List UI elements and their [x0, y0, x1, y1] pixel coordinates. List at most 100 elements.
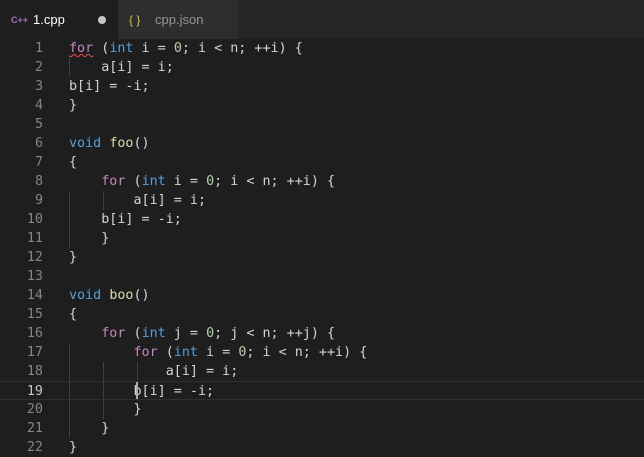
code-text: ; i < n; ++i) {: [214, 174, 336, 189]
line-number: 14: [26, 288, 43, 303]
code-text: (: [93, 41, 110, 56]
code-text: ; i < n; ++i) {: [246, 345, 368, 360]
code-text: }: [69, 250, 78, 265]
code-content: a[i] = i;: [69, 58, 174, 77]
code-text: ; j < n; ++j) {: [214, 326, 336, 341]
code-text: (): [133, 288, 150, 303]
code-text: b[i] = -i;: [69, 79, 150, 94]
line-number: 9: [34, 193, 43, 208]
code-text: }: [69, 440, 78, 455]
code-text: }: [69, 98, 78, 113]
keyword-token: for: [101, 326, 126, 341]
code-text: a[i] = i;: [69, 60, 174, 75]
code-line[interactable]: 19 b[i] = -i;: [0, 381, 644, 400]
code-line[interactable]: 6 void foo(): [0, 134, 644, 153]
line-number: 22: [26, 440, 43, 455]
code-content: a[i] = i;: [69, 191, 206, 210]
code-text: a[i] = i;: [69, 364, 239, 379]
code-line[interactable]: 12}: [0, 248, 644, 267]
code-text: b[i] = -i;: [69, 384, 215, 399]
line-number: 20: [26, 402, 43, 417]
code-text: {: [69, 155, 78, 170]
tab-bar: C++ 1.cpp { } cpp.json: [0, 0, 644, 39]
code-content: void foo(): [69, 134, 150, 153]
code-content: b[i] = -i;: [69, 382, 214, 401]
code-line[interactable]: 15 {: [0, 305, 644, 324]
line-number: 3: [34, 79, 43, 94]
code-line[interactable]: 22}: [0, 438, 644, 457]
tab-label: cpp.json: [155, 12, 204, 27]
code-line[interactable]: 7{: [0, 153, 644, 172]
code-text: }: [69, 402, 142, 417]
code-line[interactable]: 2 a[i] = i;: [0, 58, 644, 77]
keyword-token: for: [69, 41, 94, 56]
type-token: int: [173, 345, 198, 360]
code-content: }: [69, 419, 109, 438]
code-content: void boo(): [69, 286, 150, 305]
tab-cpp-json[interactable]: { } cpp.json: [118, 0, 238, 39]
function-name-token: boo: [109, 288, 134, 303]
code-text: {: [69, 307, 78, 322]
code-line[interactable]: 11 }: [0, 229, 644, 248]
line-number: 1: [34, 41, 43, 56]
code-content: b[i] = -i;: [69, 210, 182, 229]
cpp-file-icon: C++: [11, 14, 29, 25]
line-number: 5: [34, 117, 43, 132]
number-token: 0: [206, 174, 215, 189]
code-line[interactable]: 16 for (int j = 0; j < n; ++j) {: [0, 324, 644, 343]
function-name-token: foo: [109, 136, 134, 151]
code-line[interactable]: 1 for (int i = 0; i < n; ++i) {: [0, 39, 644, 58]
code-line[interactable]: 10 b[i] = -i;: [0, 210, 644, 229]
code-content: for (int j = 0; j < n; ++j) {: [69, 324, 335, 343]
code-content: }: [69, 96, 77, 115]
line-number: 11: [26, 231, 43, 246]
code-text: (): [133, 136, 150, 151]
code-content: }: [69, 400, 142, 419]
code-line[interactable]: 17 for (int i = 0; i < n; ++i) {: [0, 343, 644, 362]
code-content: }: [69, 438, 77, 457]
line-number: 8: [34, 174, 43, 189]
number-token: 0: [173, 41, 182, 56]
code-line[interactable]: 8 for (int i = 0; i < n; ++i) {: [0, 172, 644, 191]
code-text: (: [125, 326, 142, 341]
code-text: i =: [133, 41, 174, 56]
line-number: 10: [26, 212, 43, 227]
code-line[interactable]: 18 a[i] = i;: [0, 362, 644, 381]
code-line[interactable]: 5: [0, 115, 644, 134]
json-file-icon: { }: [129, 12, 141, 27]
line-number: 19: [26, 384, 43, 399]
type-token: void: [69, 136, 102, 151]
line-number: 2: [34, 60, 43, 75]
keyword-token: for: [101, 174, 126, 189]
line-number: 4: [34, 98, 43, 113]
code-line[interactable]: 13: [0, 267, 644, 286]
line-number: 13: [26, 269, 43, 284]
code-content: }: [69, 248, 77, 267]
type-token: int: [141, 326, 166, 341]
number-token: 0: [206, 326, 215, 341]
line-number: 17: [26, 345, 43, 360]
code-text: b[i] = -i;: [69, 212, 182, 227]
code-line[interactable]: 3 b[i] = -i;: [0, 77, 644, 96]
code-line[interactable]: 14 void boo(): [0, 286, 644, 305]
code-line[interactable]: 20 }: [0, 400, 644, 419]
type-token: int: [141, 174, 166, 189]
code-line[interactable]: 9 a[i] = i;: [0, 191, 644, 210]
code-text: ; i < n; ++i) {: [181, 41, 303, 56]
code-line[interactable]: 4}: [0, 96, 644, 115]
code-content: {: [69, 305, 77, 324]
code-text: }: [69, 231, 110, 246]
code-editor[interactable]: 1 for (int i = 0; i < n; ++i) {2 a[i] = i…: [0, 39, 644, 456]
code-content: {: [69, 153, 77, 172]
code-text: i =: [198, 345, 239, 360]
keyword-token: for: [133, 345, 158, 360]
tab-1-cpp[interactable]: C++ 1.cpp: [0, 0, 118, 39]
text-cursor: [136, 382, 138, 399]
line-number: 6: [34, 136, 43, 151]
code-line[interactable]: 21 }: [0, 419, 644, 438]
unsaved-dot-icon[interactable]: [98, 16, 106, 24]
code-text: (: [125, 174, 142, 189]
